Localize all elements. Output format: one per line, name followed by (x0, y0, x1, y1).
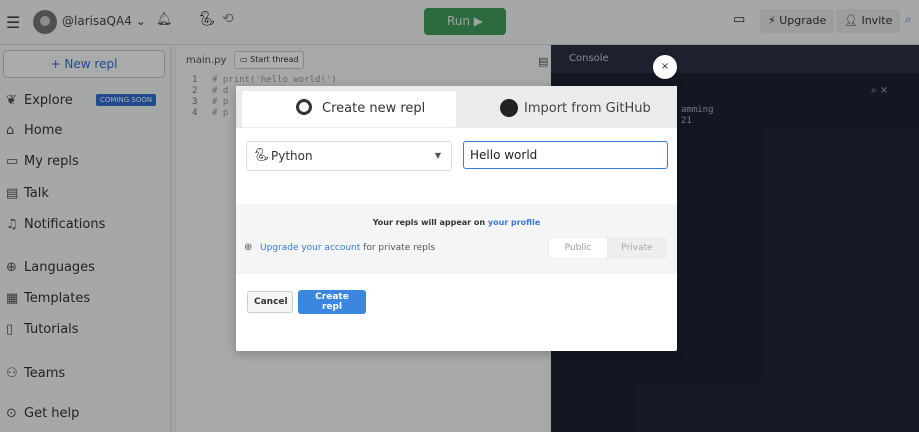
language-select[interactable]: 🐍︎ Python ▼ (246, 141, 452, 171)
visibility-toggle: Public Private (548, 237, 667, 259)
upgrade-account-link[interactable]: Upgrade your account (260, 243, 360, 253)
upgrade-notice: Upgrade your account for private repls (260, 243, 436, 253)
globe-icon: ⊕ (244, 242, 253, 253)
close-icon[interactable]: × (653, 55, 677, 79)
tab-import-from-github[interactable]: Import from GitHub (458, 91, 672, 127)
create-repl-modal: Create new repl Import from GitHub 🐍︎ Py… (236, 86, 677, 351)
cancel-button[interactable]: Cancel (247, 291, 293, 313)
visibility-section: Your repls will appear on your profile ⊕… (236, 204, 677, 274)
modal-tabs: Create new repl Import from GitHub (236, 86, 677, 128)
python-icon: 🐍︎ (253, 148, 270, 163)
replit-icon (296, 99, 312, 115)
chevron-down-icon: ▼ (434, 151, 441, 160)
repl-name-input[interactable] (463, 141, 668, 169)
profile-link[interactable]: your profile (488, 218, 540, 227)
profile-notice: Your repls will appear on your profile (372, 218, 541, 227)
github-icon (500, 99, 518, 117)
private-option[interactable]: Private (608, 238, 666, 258)
create-repl-button[interactable]: Create repl (298, 290, 366, 314)
tab-create-new-repl[interactable]: Create new repl (242, 91, 456, 127)
public-option[interactable]: Public (549, 238, 607, 258)
